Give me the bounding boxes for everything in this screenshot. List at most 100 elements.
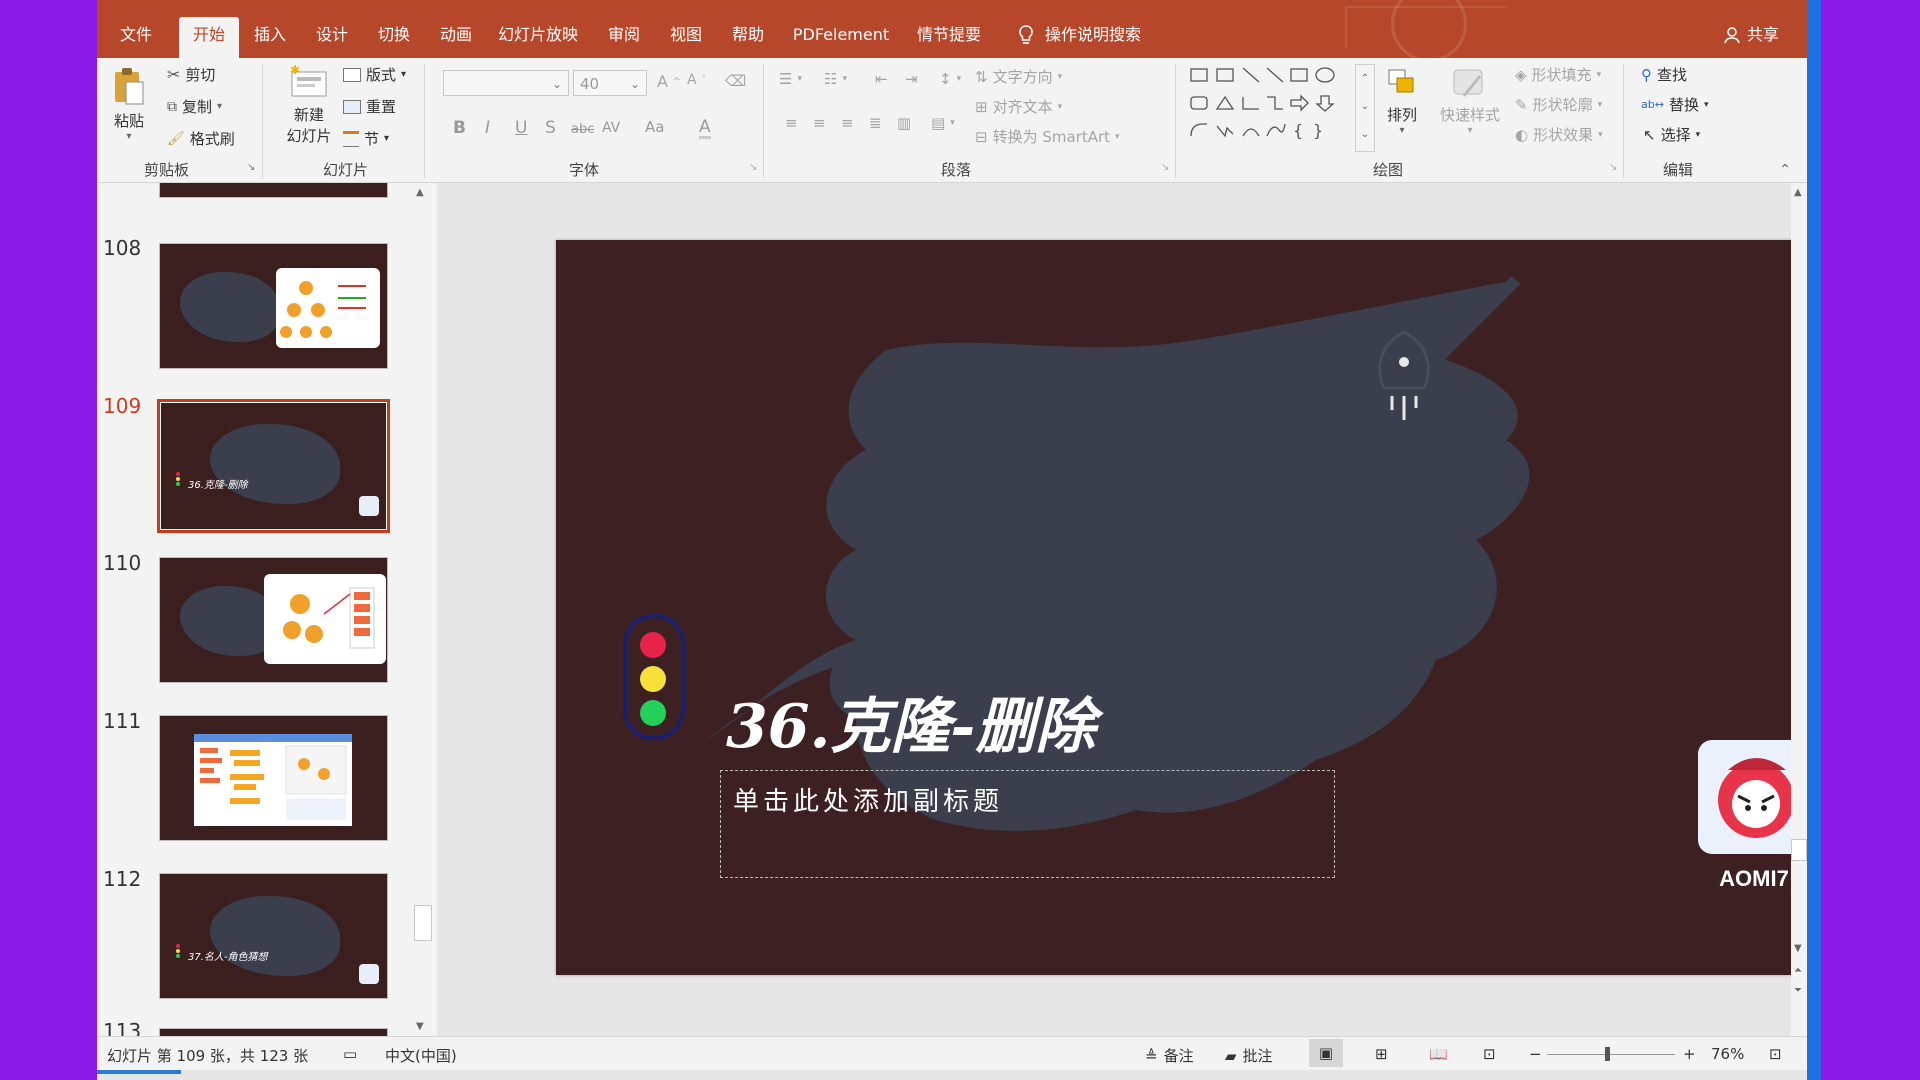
projector-icon: ⊡ (1483, 1045, 1496, 1063)
zoom-level[interactable]: 76% (1711, 1045, 1744, 1063)
reading-view-button[interactable]: 📖 (1429, 1045, 1448, 1063)
section-button[interactable]: 节 ▾ (343, 128, 389, 149)
dialog-launcher-icon[interactable]: ↘ (749, 162, 757, 173)
scroll-down-icon[interactable]: ▼ (1794, 943, 1802, 954)
tab-pdfelement[interactable]: PDFelement (786, 17, 896, 58)
share-button[interactable]: 共享 (1723, 17, 1779, 53)
thumbnail-scrollbar[interactable]: ▲ ▼ (412, 183, 432, 1036)
next-slide-icon[interactable]: ⏷ (1794, 985, 1802, 996)
new-slide-button[interactable]: ✱ 新建 幻灯片 (277, 63, 341, 146)
slide-editing-area[interactable]: 36.克隆-删除 单击此处添加副标题 AOMI7 (437, 183, 1807, 1036)
dialog-launcher-icon[interactable]: ↘ (1161, 162, 1169, 173)
change-case-button[interactable]: Aa (645, 118, 664, 136)
decrease-indent-button[interactable]: ⇤ (875, 70, 888, 88)
dialog-launcher-icon[interactable]: ↘ (1609, 162, 1617, 173)
tab-home[interactable]: 开始 (179, 17, 239, 58)
slide-title[interactable]: 36.克隆-删除 (726, 678, 1095, 765)
slide-thumbnail-113[interactable] (159, 1028, 388, 1036)
distributed-icon[interactable]: ▥ (897, 114, 911, 132)
tab-view[interactable]: 视图 (661, 17, 711, 58)
format-painter-button[interactable]: 🖌 格式刷 (167, 128, 235, 149)
slide-109[interactable]: 36.克隆-删除 单击此处添加副标题 AOMI7 (556, 240, 1807, 975)
strikethrough-button[interactable]: abc (571, 122, 594, 137)
bullets-button[interactable]: ☰ ▾ (779, 70, 802, 88)
line-spacing-button[interactable]: ↕ ▾ (939, 70, 961, 88)
tab-insert[interactable]: 插入 (245, 17, 295, 58)
slideshow-button[interactable]: ⊡ (1483, 1045, 1496, 1063)
copy-button[interactable]: ⧉ 复制 ▾ (167, 96, 222, 117)
underline-button[interactable]: U (515, 118, 527, 138)
dialog-launcher-icon[interactable]: ↘ (247, 162, 255, 173)
tab-animations[interactable]: 动画 (431, 17, 481, 58)
reset-button[interactable]: 重置 (343, 96, 396, 117)
shape-fill-button[interactable]: ◈ 形状填充 ▾ (1515, 64, 1601, 85)
scroll-up-icon[interactable]: ▲ (1794, 187, 1802, 198)
cut-button[interactable]: ✂ 剪切 (167, 64, 215, 85)
subtitle-placeholder[interactable]: 单击此处添加副标题 (720, 770, 1335, 878)
replace-button[interactable]: ab↔ 替换 ▾ (1641, 94, 1709, 115)
find-button[interactable]: ⚲ 查找 (1641, 64, 1687, 85)
shape-outline-button[interactable]: ✎ 形状轮廓 ▾ (1515, 94, 1602, 115)
font-name-dropdown[interactable]: ⌄ (443, 70, 569, 96)
language-indicator[interactable]: 中文(中国) (385, 1045, 457, 1066)
tab-help[interactable]: 帮助 (723, 17, 773, 58)
shapes-gallery-scroll[interactable]: ⌃ ⌄ ⌄ (1355, 64, 1375, 152)
tab-storyboard[interactable]: 情节提要 (909, 17, 989, 58)
scroll-down-icon[interactable]: ▼ (416, 1021, 424, 1032)
notes-button[interactable]: ≜ 备注 (1145, 1045, 1194, 1066)
zoom-slider[interactable] (1547, 1047, 1675, 1061)
paste-button[interactable]: 粘贴 ▾ (111, 66, 147, 142)
align-right-icon[interactable]: ≡ (841, 114, 854, 132)
arrange-button[interactable]: 排列 ▾ (1377, 66, 1427, 136)
character-spacing-button[interactable]: AV (602, 120, 620, 136)
slide-thumbnail-109[interactable]: 36.克隆-删除 (157, 399, 390, 533)
tab-slideshow[interactable]: 幻灯片放映 (493, 17, 583, 58)
increase-indent-button[interactable]: ⇥ (905, 70, 918, 88)
shrink-font-button[interactable]: Aˇ (687, 72, 706, 88)
spell-check-icon[interactable]: ▭ (343, 1045, 357, 1063)
numbering-button[interactable]: ☷ ▾ (824, 70, 847, 88)
normal-view-button[interactable]: ▣ (1309, 1039, 1343, 1067)
slide-thumbnail-107[interactable] (159, 183, 388, 198)
scrollbar-thumb[interactable] (1791, 839, 1807, 861)
justify-icon[interactable]: ≣ (869, 114, 882, 132)
select-button[interactable]: ↖ 选择 ▾ (1643, 124, 1700, 145)
align-left-icon[interactable]: ≡ (785, 114, 798, 132)
italic-button[interactable]: I (485, 118, 490, 138)
slide-thumbnail-111[interactable] (159, 715, 388, 841)
clear-formatting-icon[interactable]: ⌫ (725, 72, 746, 90)
slide-thumbnail-108[interactable] (159, 243, 388, 369)
slide-thumbnail-112[interactable]: 37.名人-角色猜想 (159, 873, 388, 999)
layout-button[interactable]: 版式 ▾ (343, 64, 406, 85)
font-color-button[interactable]: A (699, 118, 711, 139)
bold-button[interactable]: B (453, 118, 466, 138)
shapes-gallery[interactable]: { } (1189, 64, 1351, 150)
scroll-up-icon[interactable]: ▲ (416, 187, 424, 198)
align-text-button[interactable]: ⊞ 对齐文本 ▾ (975, 96, 1062, 117)
previous-slide-icon[interactable]: ⏶ (1794, 965, 1802, 976)
align-center-icon[interactable]: ≡ (813, 114, 826, 132)
font-size-dropdown[interactable]: 40 ⌄ (573, 70, 647, 96)
text-direction-button[interactable]: ⇅ 文字方向 ▾ (975, 66, 1062, 87)
zoom-slider-handle[interactable] (1605, 1047, 1610, 1061)
scrollbar-thumb[interactable] (414, 905, 432, 941)
columns-button[interactable]: ▤ ▾ (931, 114, 955, 132)
zoom-out-button[interactable]: − (1529, 1045, 1542, 1063)
quick-styles-button[interactable]: 快速样式 ▾ (1433, 66, 1507, 136)
slide-thumbnail-110[interactable] (159, 557, 388, 683)
smartart-button[interactable]: ⊟ 转换为 SmartArt ▾ (975, 126, 1120, 147)
tell-me-search[interactable]: 操作说明搜索 (1017, 17, 1141, 53)
slide-scrollbar[interactable]: ▲ ▼ ⏶ ⏷ (1791, 183, 1807, 1036)
fit-to-window-icon[interactable]: ⊡ (1769, 1045, 1782, 1063)
tab-review[interactable]: 审阅 (599, 17, 649, 58)
shape-effects-button[interactable]: ◐ 形状效果 ▾ (1515, 124, 1603, 145)
tab-file[interactable]: 文件 (111, 17, 161, 58)
tab-transitions[interactable]: 切换 (369, 17, 419, 58)
tab-design[interactable]: 设计 (307, 17, 357, 58)
slide-sorter-button[interactable]: ⊞ (1375, 1045, 1388, 1063)
shadow-button[interactable]: S (545, 118, 556, 138)
comments-button[interactable]: ▰ 批注 (1225, 1045, 1273, 1066)
collapse-ribbon-icon[interactable]: ⌃ (1779, 162, 1791, 178)
grow-font-button[interactable]: A ^ (657, 72, 681, 91)
zoom-in-button[interactable]: + (1683, 1045, 1696, 1063)
